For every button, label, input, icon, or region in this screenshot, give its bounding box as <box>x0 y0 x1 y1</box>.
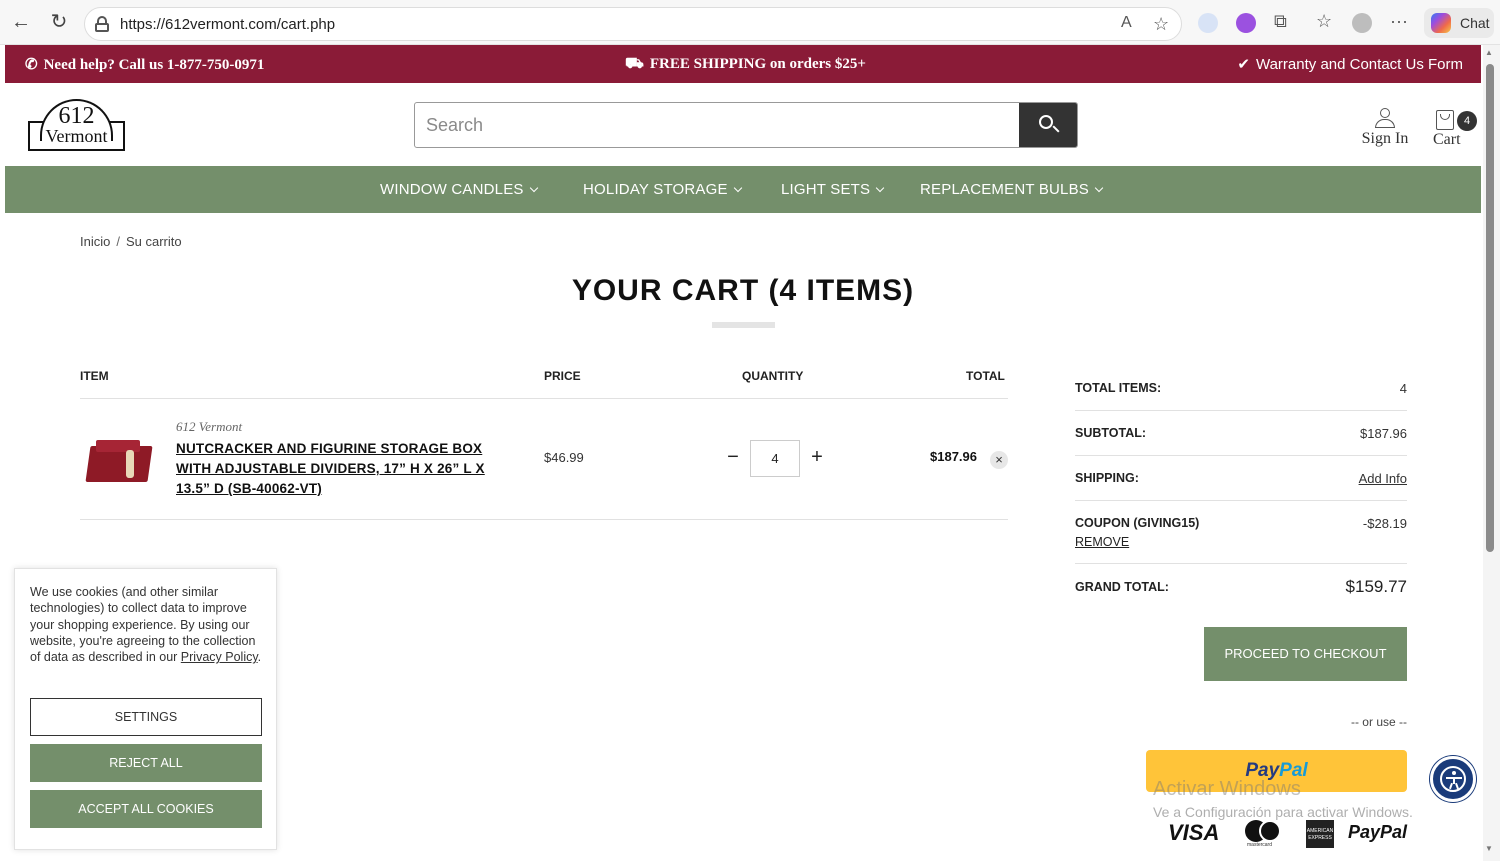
promo-bar: ✆ Need help? Call us 1-877-750-0971 ⛟ FREE… <box>5 45 1481 83</box>
remove-coupon-link[interactable]: REMOVE <box>1075 535 1129 549</box>
chevron-down-icon <box>529 183 538 193</box>
header-item: ITEM <box>80 369 109 383</box>
nav-replacement-bulbs[interactable]: REPLACEMENT BULBS <box>920 181 1104 198</box>
product-brand: 612 Vermont <box>176 419 243 434</box>
windows-activation-watermark: Activar Windows <box>1153 778 1301 800</box>
lock-icon <box>95 16 109 32</box>
proceed-to-checkout-button[interactable]: PROCEED TO CHECKOUT <box>1204 627 1407 681</box>
accessibility-icon[interactable] <box>1430 756 1476 802</box>
shield-check-icon: ✔ <box>1237 56 1250 73</box>
read-aloud-icon[interactable]: A <box>1121 14 1132 32</box>
quantity-decrease-button[interactable]: − <box>724 447 742 469</box>
scrollbar-thumb[interactable] <box>1486 64 1494 552</box>
cart-count-badge: 4 <box>1457 111 1477 131</box>
title-divider <box>712 322 775 328</box>
copilot-icon <box>1431 13 1451 33</box>
browser-toolbar: ← ↻ https://612vermont.com/cart.php A ☆ … <box>0 0 1500 45</box>
product-name-link[interactable]: NUTCRACKER AND FIGURINE STORAGE BOX WITH… <box>176 439 516 499</box>
truck-icon: ⛟ <box>625 56 644 72</box>
phone-icon: ✆ <box>25 57 38 73</box>
cart-link[interactable]: 4 Cart <box>1428 108 1478 152</box>
nav-holiday-storage[interactable]: HOLIDAY STORAGE <box>583 181 742 198</box>
cookie-settings-button[interactable]: SETTINGS <box>30 698 262 736</box>
product-price: $46.99 <box>544 450 584 465</box>
shopping-bag-icon <box>1436 110 1454 130</box>
reject-all-button[interactable]: REJECT ALL <box>30 744 262 782</box>
chevron-down-icon <box>876 183 885 193</box>
scroll-down-arrow-icon[interactable]: ▼ <box>1485 844 1493 853</box>
or-use-label: -- or use -- <box>1350 715 1407 729</box>
remove-item-icon[interactable]: × <box>990 451 1008 469</box>
page-title: YOUR CART (4 ITEMS) <box>571 274 915 307</box>
divider <box>1075 500 1407 501</box>
favorite-star-icon[interactable]: ☆ <box>1153 14 1169 35</box>
product-image[interactable] <box>85 436 153 484</box>
divider <box>1075 563 1407 564</box>
back-icon[interactable]: ← <box>9 10 33 34</box>
breadcrumb: Inicio / Su carrito <box>80 234 182 249</box>
address-bar[interactable]: https://612vermont.com/cart.php A ☆ <box>84 7 1182 41</box>
add-shipping-info-link[interactable]: Add Info <box>1359 471 1407 486</box>
search-bar <box>414 102 1078 148</box>
cookie-text: We use cookies (and other similar techno… <box>30 585 262 665</box>
mastercard-logo: mastercard <box>1245 818 1283 848</box>
visa-logo: VISA <box>1168 820 1220 845</box>
divider <box>1075 455 1407 456</box>
amex-logo: AMERICAN EXPRESS <box>1306 820 1334 848</box>
privacy-policy-link[interactable]: Privacy Policy <box>181 650 258 664</box>
header-quantity: QUANTITY <box>742 369 804 383</box>
search-icon <box>1039 115 1053 129</box>
quantity-input[interactable] <box>750 440 800 477</box>
header-price: PRICE <box>544 369 581 383</box>
copilot-chat-button[interactable]: Chat <box>1424 8 1494 38</box>
divider <box>1075 410 1407 411</box>
line-total: $187.96 <box>930 449 977 464</box>
breadcrumb-home[interactable]: Inicio <box>80 234 110 249</box>
extension-icon[interactable] <box>1198 13 1218 33</box>
search-input[interactable] <box>415 103 1021 147</box>
nav-window-candles[interactable]: WINDOW CANDLES <box>380 181 538 198</box>
quantity-increase-button[interactable]: + <box>808 446 826 468</box>
favorites-icon[interactable]: ☆ <box>1316 11 1332 32</box>
help-phone[interactable]: ✆ Need help? Call us 1-877-750-0971 <box>25 55 264 74</box>
nav-light-sets[interactable]: LIGHT SETS <box>781 181 885 198</box>
chevron-down-icon <box>1094 183 1104 193</box>
free-shipping-notice: ⛟ FREE SHIPPING on orders $25+ <box>625 56 866 72</box>
site-logo[interactable]: 612 Vermont <box>28 97 125 152</box>
more-menu-icon[interactable]: ··· <box>1390 11 1408 32</box>
extensions-puzzle-icon[interactable]: ⧉ <box>1274 11 1287 32</box>
main-nav: WINDOW CANDLES HOLIDAY STORAGE LIGHT SET… <box>5 166 1481 213</box>
sign-in-link[interactable]: Sign In <box>1356 108 1414 152</box>
chevron-down-icon <box>733 183 742 193</box>
accept-all-cookies-button[interactable]: ACCEPT ALL COOKIES <box>30 790 262 828</box>
profile-avatar[interactable] <box>1352 13 1372 33</box>
divider <box>80 519 1008 520</box>
warranty-link[interactable]: ✔ Warranty and Contact Us Form <box>1237 55 1463 73</box>
url-text[interactable]: https://612vermont.com/cart.php <box>120 16 335 33</box>
cookie-banner: We use cookies (and other similar techno… <box>14 568 277 850</box>
user-icon <box>1374 108 1396 130</box>
paypal-logo: PayPal <box>1348 822 1408 842</box>
refresh-icon[interactable]: ↻ <box>47 10 71 34</box>
search-button[interactable] <box>1019 103 1077 147</box>
scroll-up-arrow-icon[interactable]: ▲ <box>1485 48 1493 57</box>
header-total: TOTAL <box>966 369 1005 383</box>
extension-purple-icon[interactable] <box>1236 13 1256 33</box>
breadcrumb-current: Su carrito <box>125 234 182 249</box>
divider <box>80 398 1008 399</box>
